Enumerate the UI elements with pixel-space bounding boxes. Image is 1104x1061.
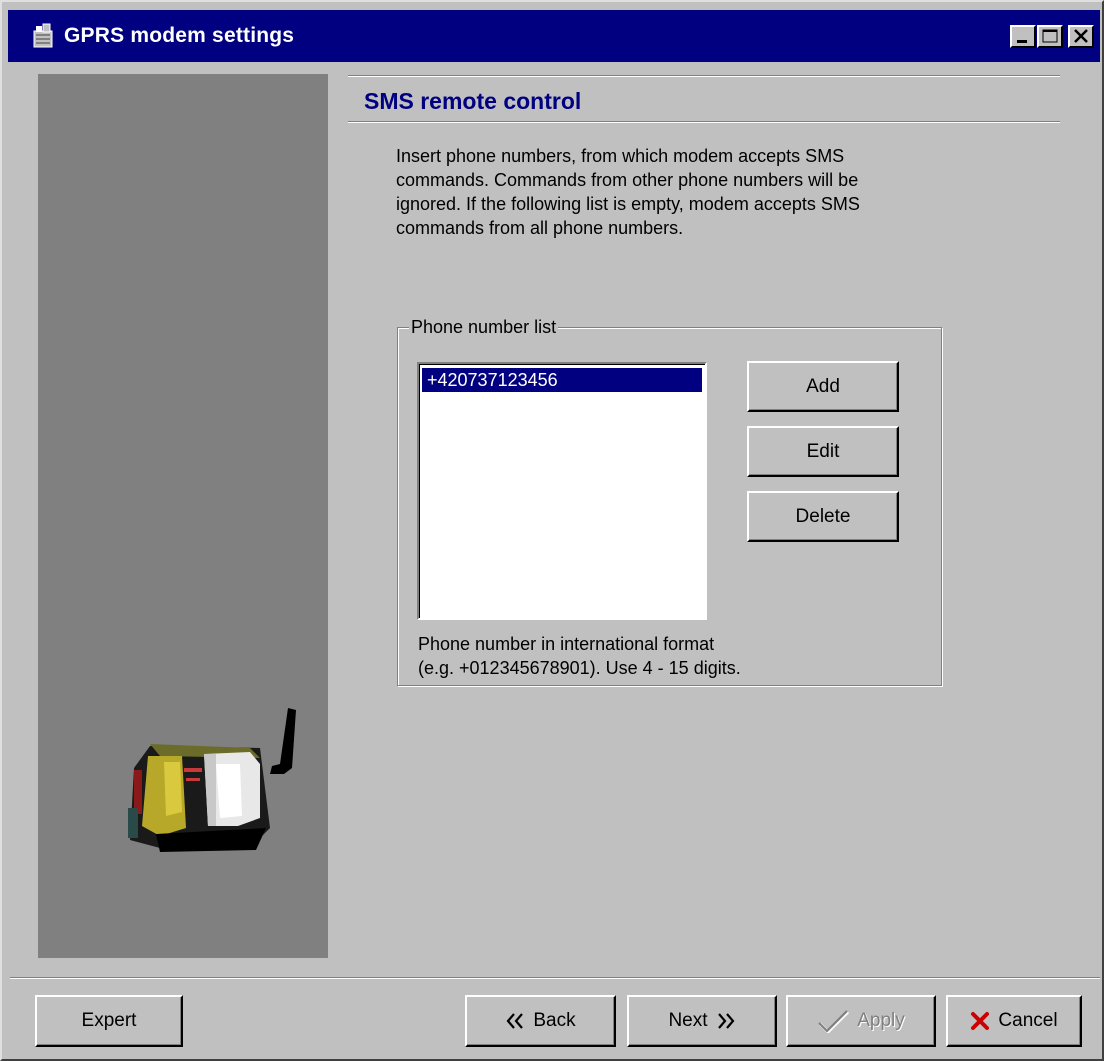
hint-line: (e.g. +012345678901). Use 4 - 15 digits. <box>418 658 741 678</box>
dialog-window: GPRS modem settings SMS remote control I… <box>0 0 1104 1061</box>
cancel-button[interactable]: Cancel <box>946 995 1082 1047</box>
double-chevron-right-icon <box>717 1013 734 1029</box>
list-item-selected[interactable]: +420737123456 <box>422 368 702 392</box>
footer-divider <box>10 977 1100 979</box>
intro-line: commands. Commands from other phone numb… <box>396 170 859 190</box>
expert-button-label: Expert <box>81 1010 137 1031</box>
phone-number-group-label: Phone number list <box>409 316 559 338</box>
back-button-label: Back <box>533 1010 576 1031</box>
section-title: SMS remote control <box>364 88 582 114</box>
next-button-label: Next <box>668 1010 708 1031</box>
edit-button[interactable]: Edit <box>747 426 899 477</box>
phone-number-listbox[interactable]: +420737123456 <box>417 362 707 620</box>
phone-format-hint: Phone number in international format (e.… <box>418 632 741 680</box>
back-button[interactable]: Back <box>465 995 616 1047</box>
intro-line: commands from all phone numbers. <box>396 218 684 238</box>
maximize-icon <box>1042 29 1058 43</box>
checkmark-icon <box>818 1010 850 1033</box>
intro-line: ignored. If the following list is empty,… <box>396 194 860 214</box>
red-x-icon <box>971 1012 990 1030</box>
add-button[interactable]: Add <box>747 361 899 412</box>
window-title: GPRS modem settings <box>64 24 295 47</box>
header-rule-bottom <box>348 121 1060 123</box>
hint-line: Phone number in international format <box>418 634 715 654</box>
delete-button[interactable]: Delete <box>747 491 899 542</box>
intro-line: Insert phone numbers, from which modem a… <box>396 146 845 166</box>
gprs-modem-image <box>128 708 296 852</box>
apply-button-label: Apply <box>857 1010 905 1031</box>
close-icon <box>1074 29 1088 43</box>
modem-app-icon <box>33 23 53 48</box>
apply-button[interactable]: Apply <box>786 995 936 1047</box>
wizard-side-panel <box>38 74 328 958</box>
header-rule-top <box>348 75 1060 77</box>
cancel-button-label: Cancel <box>998 1010 1058 1031</box>
intro-text: Insert phone numbers, from which modem a… <box>396 144 976 240</box>
next-button[interactable]: Next <box>627 995 777 1047</box>
expert-button[interactable]: Expert <box>35 995 183 1047</box>
double-chevron-left-icon <box>506 1013 524 1029</box>
maximize-button[interactable] <box>1037 25 1063 48</box>
close-button[interactable] <box>1068 25 1094 48</box>
title-bar[interactable]: GPRS modem settings <box>8 10 1100 62</box>
minimize-button[interactable] <box>1010 25 1036 48</box>
minimize-icon <box>1017 40 1027 43</box>
